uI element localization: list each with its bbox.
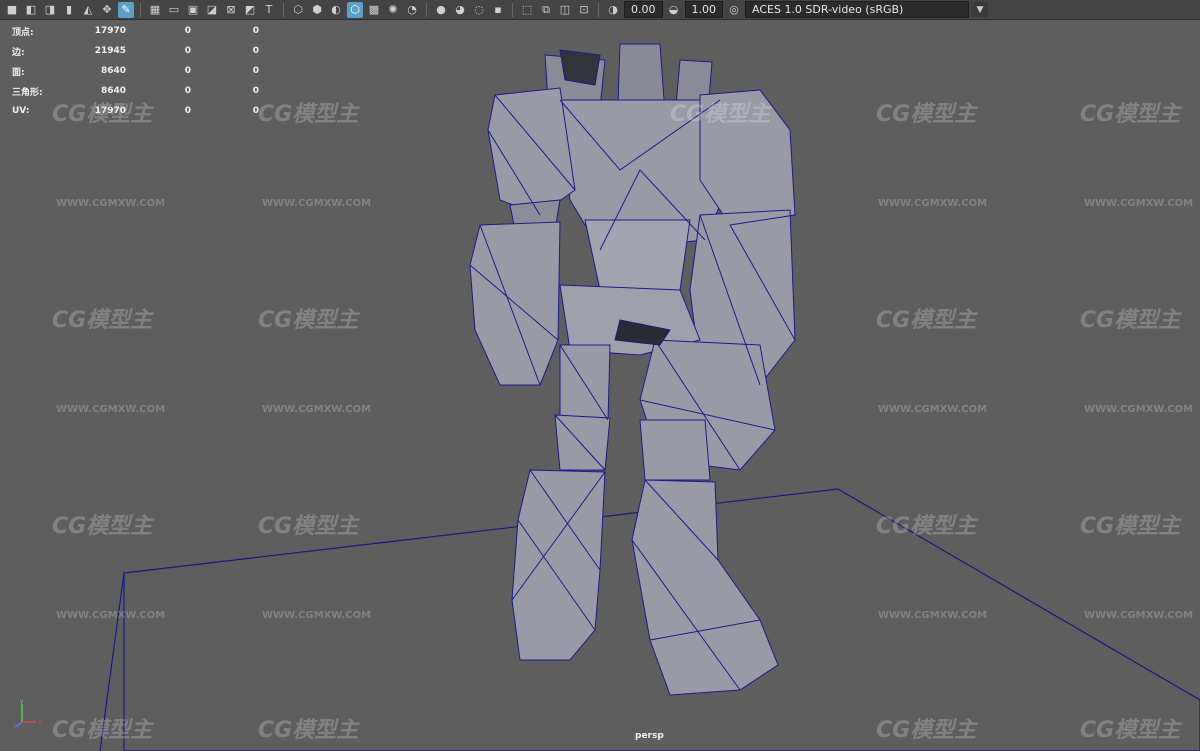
hud-row-uvs: UV: 17970 0 0: [12, 101, 259, 121]
camera-attr-icon[interactable]: ◧: [23, 2, 39, 18]
scene-canvas[interactable]: [0, 21, 1200, 751]
hud-value: 8640: [100, 86, 126, 96]
wireframe-on-shaded-icon[interactable]: ⬡: [347, 1, 363, 18]
use-lights-icon[interactable]: ✺: [385, 2, 401, 18]
dof-icon[interactable]: ▪: [490, 2, 506, 18]
hud-label: 面:: [12, 67, 25, 78]
axis-gizmo-icon: y x z: [14, 698, 42, 728]
smooth-shade-icon[interactable]: ⬢: [309, 2, 325, 18]
hud-value: 0: [252, 26, 259, 36]
isolate-icon[interactable]: ⬚: [519, 2, 535, 18]
safe-title-icon[interactable]: T: [261, 2, 277, 18]
hud-label: 边:: [12, 47, 25, 58]
xray-joints-icon[interactable]: ⧉: [538, 2, 554, 18]
aa-icon[interactable]: ◌: [471, 2, 487, 18]
grease-pencil-icon[interactable]: ✎: [118, 1, 134, 18]
color-mgmt-icon[interactable]: ◎: [726, 2, 742, 18]
hud-row-edges: 边: 21945 0 0: [12, 41, 259, 61]
hud-label: 三角形:: [12, 87, 43, 98]
image-plane-icon[interactable]: ◭: [80, 2, 96, 18]
shadows-icon[interactable]: ◔: [404, 2, 420, 18]
bookmark-icon[interactable]: ▮: [61, 2, 77, 18]
camera-name-label: persp: [635, 731, 664, 741]
hud-value: 0: [252, 86, 259, 96]
hud-label: UV:: [12, 106, 30, 116]
hud-value: 17970: [94, 106, 126, 116]
viewport-toolbar: ■ ◧ ◨ ▮ ◭ ✥ ✎ ▦ ▭ ▣ ◪ ⊠ ◩ T ⬡ ⬢ ◐ ⬡ ▩ ✺ …: [0, 0, 1200, 20]
hud-row-vertices: 顶点: 17970 0 0: [12, 21, 259, 41]
wireframe-icon[interactable]: ⬡: [290, 2, 306, 18]
camera-icon[interactable]: ■: [4, 2, 20, 18]
hud-value: 8640: [100, 66, 126, 76]
resolution-gate-icon[interactable]: ▣: [185, 2, 201, 18]
exposure-field[interactable]: 0.00: [624, 1, 663, 18]
hud-value: 0: [252, 46, 259, 56]
chevron-down-icon[interactable]: ▼: [972, 2, 988, 17]
gamma-field[interactable]: 1.00: [684, 1, 723, 18]
toolbar-separator: [512, 2, 513, 17]
toolbar-separator: [283, 2, 284, 17]
hud-row-faces: 面: 8640 0 0: [12, 61, 259, 81]
field-chart-icon[interactable]: ⊠: [223, 2, 239, 18]
frame-all-icon[interactable]: ⊡: [576, 2, 592, 18]
safe-action-icon[interactable]: ◩: [242, 2, 258, 18]
hud-value: 0: [184, 26, 191, 36]
hud-value: 0: [252, 66, 259, 76]
exposure-icon[interactable]: ◑: [605, 2, 621, 18]
default-material-icon[interactable]: ◐: [328, 2, 344, 18]
motion-blur-icon[interactable]: ◕: [452, 2, 468, 18]
screen-ao-icon[interactable]: ●: [433, 2, 449, 18]
gamma-icon[interactable]: ◒: [666, 2, 682, 18]
ground-plane-edge: [99, 572, 125, 751]
toolbar-separator: [140, 2, 141, 17]
hud-label: 顶点:: [12, 27, 34, 38]
viewport-panel[interactable]: CG模型主 CG模型主 CG模型主 CG模型主 CG模型主 WWW.CGMXW.…: [0, 0, 1200, 751]
poly-count-hud: 顶点: 17970 0 0 边: 21945 0 0 面: 8640 0 0 三…: [12, 21, 259, 121]
hud-value: 0: [184, 46, 191, 56]
hud-value: 21945: [94, 46, 126, 56]
toolbar-separator: [598, 2, 599, 17]
axis-y-label: y: [20, 698, 24, 705]
hud-value: 0: [184, 106, 191, 116]
hud-row-triangles: 三角形: 8640 0 0: [12, 81, 259, 101]
axis-z-label: z: [14, 723, 17, 728]
gate-mask-icon[interactable]: ◪: [204, 2, 220, 18]
hud-value: 0: [184, 66, 191, 76]
colorspace-dropdown[interactable]: ACES 1.0 SDR-video (sRGB): [745, 1, 969, 18]
move-tool-icon[interactable]: ✥: [99, 2, 115, 18]
hud-value: 0: [252, 106, 259, 116]
xray-icon[interactable]: ▩: [366, 2, 382, 18]
camera-lock-icon[interactable]: ◨: [42, 2, 58, 18]
toolbar-separator: [426, 2, 427, 17]
xray-active-icon[interactable]: ◫: [557, 2, 573, 18]
film-gate-icon[interactable]: ▭: [166, 2, 182, 18]
axis-x-label: x: [38, 719, 42, 726]
hud-value: 0: [184, 86, 191, 96]
hud-value: 17970: [94, 26, 126, 36]
grid-icon[interactable]: ▦: [147, 2, 163, 18]
robot-model[interactable]: [469, 43, 796, 696]
